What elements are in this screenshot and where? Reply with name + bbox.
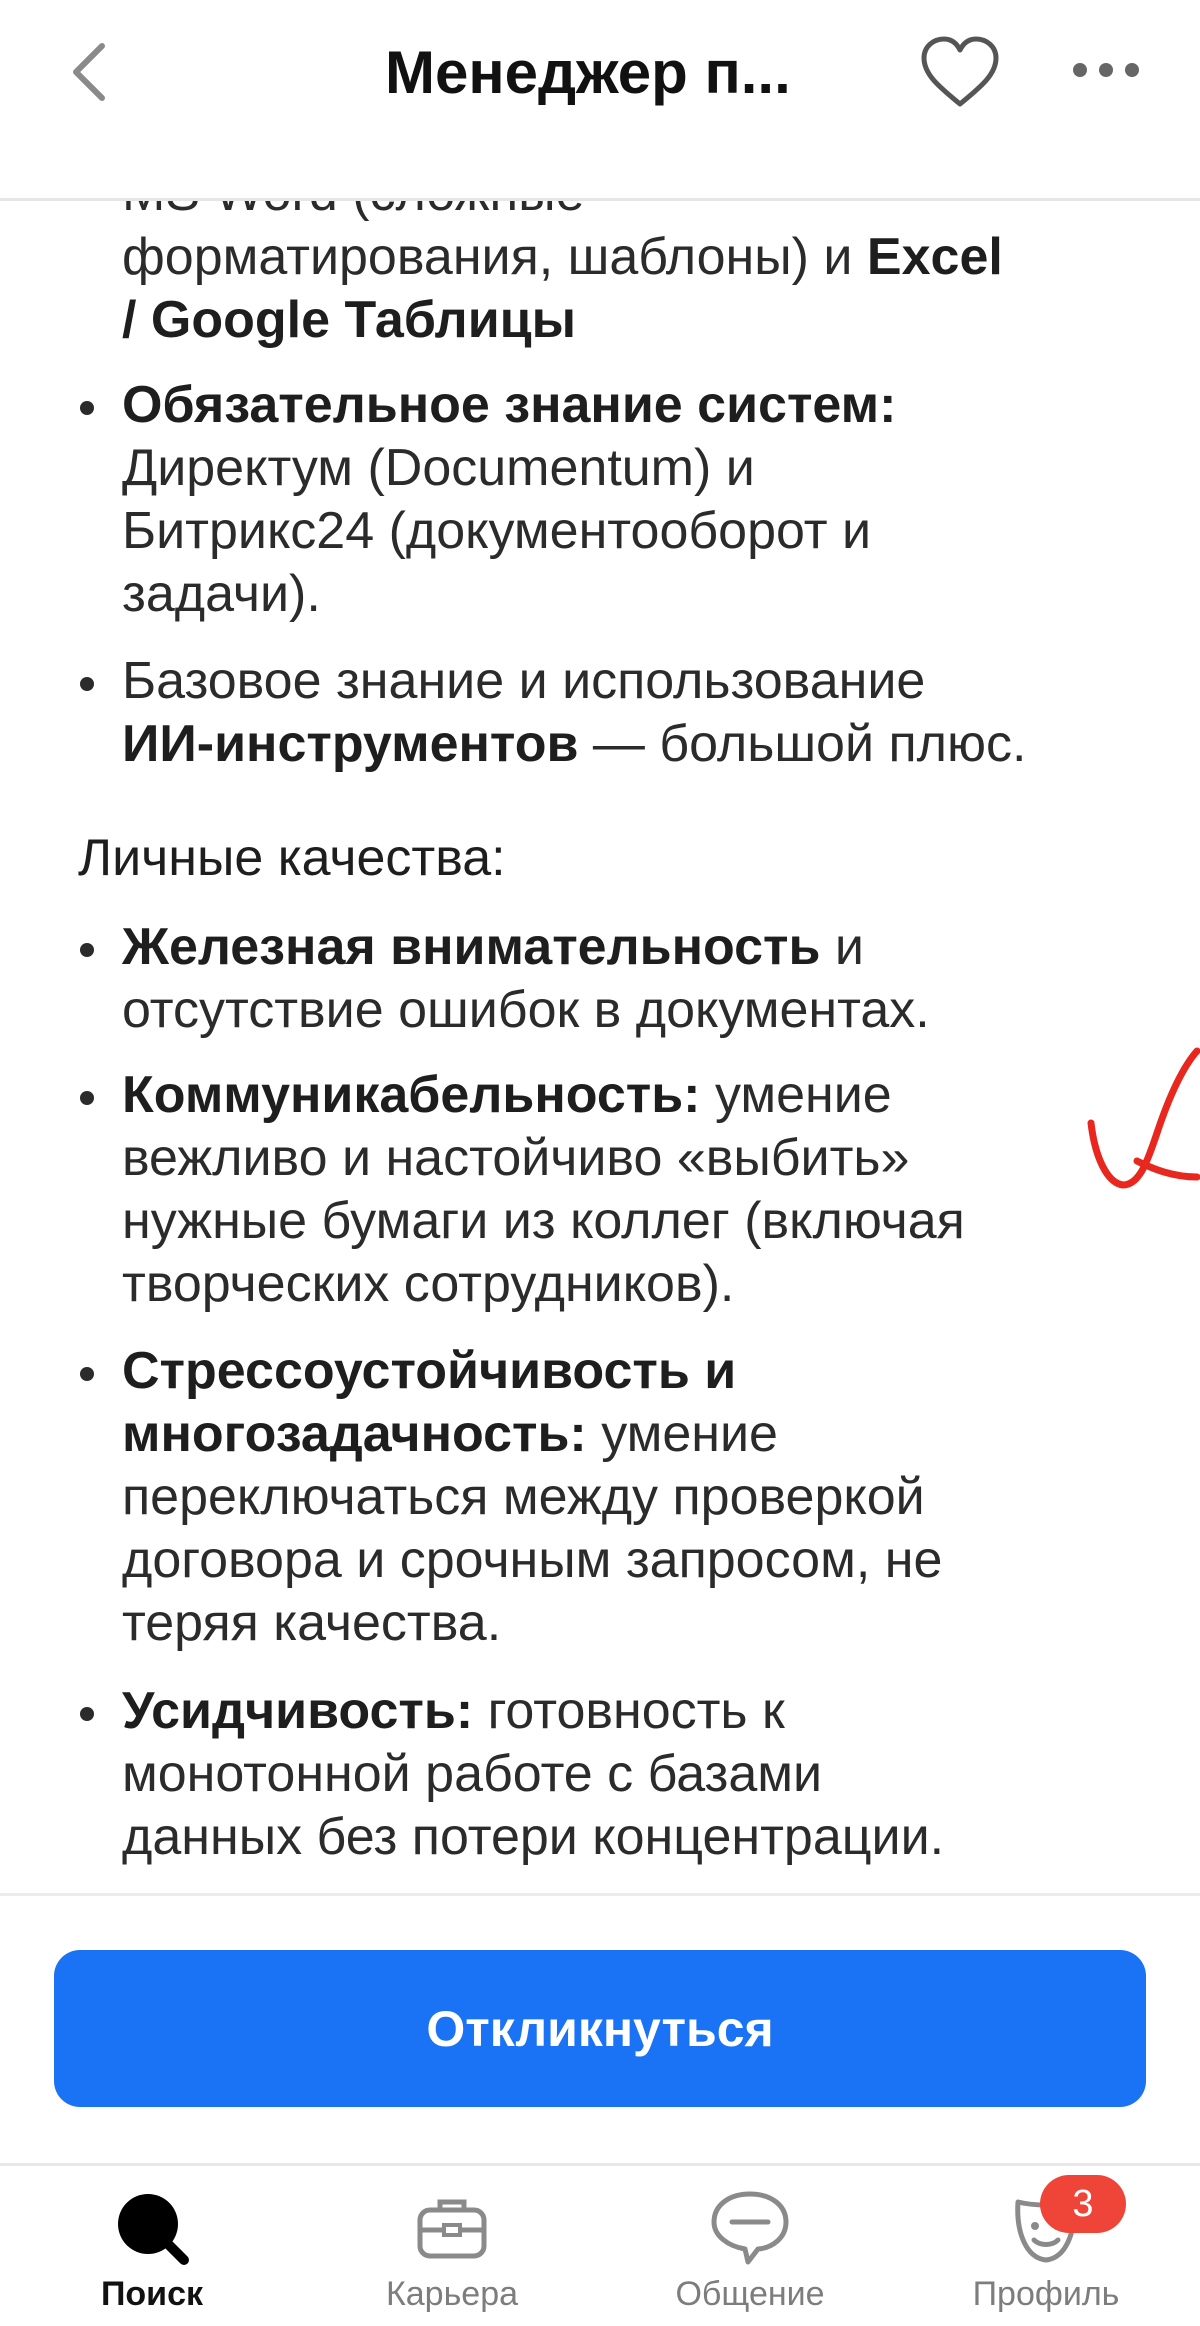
text-line: / Google Таблицы xyxy=(122,291,577,349)
more-options-button[interactable] xyxy=(1070,56,1142,84)
briefcase-icon xyxy=(417,2199,487,2259)
nav-item-chat[interactable]: Общение xyxy=(630,2166,870,2326)
section-heading: Личные качества: xyxy=(78,829,506,887)
respond-bar: Откликнуться xyxy=(0,1893,1200,2166)
nav-item-career[interactable]: Карьера xyxy=(332,2166,572,2326)
bullet-dot xyxy=(80,943,94,957)
notification-badge: 3 xyxy=(1040,2175,1126,2233)
text-line: форматирования, шаблоны) и Excel xyxy=(122,228,1003,286)
more-dots-icon xyxy=(1073,63,1139,77)
nav-label: Профиль xyxy=(972,2275,1120,2313)
search-icon xyxy=(118,2194,189,2265)
respond-button[interactable]: Откликнуться xyxy=(54,1950,1146,2107)
bullet-dot xyxy=(80,1367,94,1381)
nav-label: Общение xyxy=(675,2275,825,2313)
nav-item-search[interactable]: Поиск xyxy=(32,2166,272,2326)
bottom-navigation: Поиск Карьера Общение Профиль xyxy=(0,2163,1200,2326)
bullet-dot xyxy=(80,1707,94,1721)
nav-label: Поиск xyxy=(100,2275,204,2313)
nav-label: Карьера xyxy=(385,2275,519,2313)
page-title: Менеджер п... xyxy=(385,39,791,106)
vacancy-description: MS Word (сложные форматирования, шаблоны… xyxy=(0,130,1200,1892)
favorite-button[interactable] xyxy=(918,34,1002,110)
bullet-dot xyxy=(80,1091,94,1105)
chevron-left-icon xyxy=(73,43,105,101)
bullet-dot xyxy=(80,677,94,691)
chat-icon xyxy=(711,2191,789,2265)
top-app-bar: Менеджер п... xyxy=(0,0,1200,201)
heart-icon xyxy=(921,36,999,107)
back-button[interactable] xyxy=(62,40,122,104)
handwritten-check-mark-icon xyxy=(1087,1047,1200,1189)
bullet-dot xyxy=(80,401,94,415)
